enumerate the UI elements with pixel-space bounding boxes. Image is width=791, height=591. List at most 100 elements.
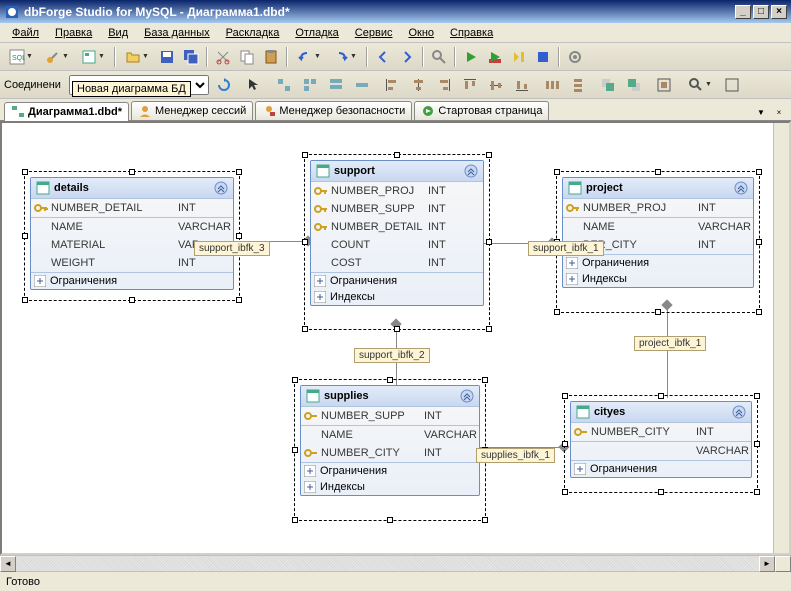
tabs-close-button[interactable]: × — [771, 104, 787, 120]
entity-support[interactable]: support NUMBER_PROJINT NUMBER_SUPPINT NU… — [310, 160, 484, 306]
zoom-tool-button[interactable] — [653, 74, 675, 96]
key-icon — [574, 425, 588, 439]
connection-bar: Соединени Новая диаграмма БД ▼ — [0, 71, 791, 99]
relation-label[interactable]: support_ibfk_1 — [528, 241, 604, 256]
relation-label[interactable]: supplies_ibfk_1 — [476, 448, 555, 463]
table-icon — [316, 164, 330, 178]
tab-sessions[interactable]: Менеджер сессий — [131, 101, 253, 120]
expand-icon[interactable] — [574, 463, 586, 475]
distribute-v-button[interactable] — [567, 74, 589, 96]
settings-button[interactable] — [564, 46, 586, 68]
horizontal-scrollbar[interactable]: ◄ ► — [0, 555, 791, 571]
menu-database[interactable]: База данных — [136, 25, 218, 41]
key-icon — [34, 201, 48, 215]
layout-tool-2[interactable] — [299, 74, 321, 96]
scroll-right-button[interactable]: ► — [759, 556, 775, 572]
collapse-icon[interactable] — [460, 389, 474, 403]
entity-header[interactable]: details — [31, 178, 233, 199]
expand-icon[interactable] — [314, 275, 326, 287]
tab-security[interactable]: Менеджер безопасности — [255, 101, 412, 120]
collapse-icon[interactable] — [214, 181, 228, 195]
save-all-button[interactable] — [180, 46, 202, 68]
tabs-dropdown-button[interactable]: ▼ — [753, 104, 769, 120]
entity-cityes[interactable]: cityes NUMBER_CITYINT VARCHAR Ограничени… — [570, 401, 752, 478]
menu-file[interactable]: Файл — [4, 25, 47, 41]
new-connection-button[interactable]: ▼ — [40, 46, 74, 68]
menu-debug[interactable]: Отладка — [287, 25, 346, 41]
undo-button[interactable]: ▼ — [292, 46, 326, 68]
align-top-button[interactable] — [459, 74, 481, 96]
expand-icon[interactable] — [566, 257, 578, 269]
tab-diagram[interactable]: Диаграмма1.dbd* — [4, 102, 129, 121]
expand-icon[interactable] — [34, 275, 46, 287]
align-middle-button[interactable] — [485, 74, 507, 96]
tab-start[interactable]: Стартовая страница — [414, 101, 549, 120]
paste-button[interactable] — [260, 46, 282, 68]
minimize-button[interactable]: _ — [735, 5, 751, 19]
arrow-tool-button[interactable] — [243, 74, 265, 96]
menu-layout[interactable]: Раскладка — [218, 25, 288, 41]
menu-window[interactable]: Окно — [400, 25, 442, 41]
expand-icon[interactable] — [314, 291, 326, 303]
find-button[interactable] — [428, 46, 450, 68]
vertical-scrollbar[interactable] — [773, 123, 789, 553]
new-sql-button[interactable]: SQL▼ — [4, 46, 38, 68]
align-bottom-button[interactable] — [511, 74, 533, 96]
new-diagram-button[interactable]: ▼ — [76, 46, 110, 68]
layout-tool-3[interactable] — [325, 74, 347, 96]
connection-label: Соединени — [4, 79, 61, 91]
layout-tool-1[interactable] — [273, 74, 295, 96]
zoom-dropdown[interactable]: ▼ — [683, 74, 717, 96]
stop-button[interactable] — [532, 46, 554, 68]
open-button[interactable]: ▼ — [120, 46, 154, 68]
entity-details[interactable]: details NUMBER_DETAILINT NAMEVARCHAR MAT… — [30, 177, 234, 290]
navigate-back-button[interactable] — [372, 46, 394, 68]
table-icon — [576, 405, 590, 419]
expand-icon[interactable] — [304, 465, 316, 477]
menu-edit[interactable]: Правка — [47, 25, 100, 41]
start-icon — [421, 104, 435, 118]
debug-button[interactable] — [484, 46, 506, 68]
menu-view[interactable]: Вид — [100, 25, 136, 41]
redo-button[interactable]: ▼ — [328, 46, 362, 68]
titlebar: dbForge Studio for MySQL - Диаграмма1.db… — [0, 0, 791, 23]
menubar: Файл Правка Вид База данных Раскладка От… — [0, 23, 791, 43]
send-back-button[interactable] — [623, 74, 645, 96]
step-button[interactable] — [508, 46, 530, 68]
align-center-button[interactable] — [407, 74, 429, 96]
refresh-connection-button[interactable] — [213, 74, 235, 96]
align-right-button[interactable] — [433, 74, 455, 96]
save-button[interactable] — [156, 46, 178, 68]
sessions-icon — [138, 104, 152, 118]
relation-label[interactable]: support_ibfk_3 — [194, 241, 270, 256]
table-icon — [306, 389, 320, 403]
key-icon — [314, 184, 328, 198]
entity-project[interactable]: project NUMBER_PROJINT NAMEVARCHAR BER_C… — [562, 177, 754, 288]
collapse-icon[interactable] — [732, 405, 746, 419]
entity-supplies[interactable]: supplies NUMBER_SUPPINT NAMEVARCHAR NUMB… — [300, 385, 480, 496]
expand-icon[interactable] — [566, 273, 578, 285]
collapse-icon[interactable] — [734, 181, 748, 195]
bring-front-button[interactable] — [597, 74, 619, 96]
relation-label[interactable]: support_ibfk_2 — [354, 348, 430, 363]
collapse-icon[interactable] — [464, 164, 478, 178]
status-text: Готово — [6, 576, 40, 588]
cut-button[interactable] — [212, 46, 234, 68]
toolbar-main: SQL▼ ▼ ▼ ▼ ▼ ▼ — [0, 43, 791, 71]
menu-service[interactable]: Сервис — [347, 25, 401, 41]
align-left-button[interactable] — [381, 74, 403, 96]
menu-help[interactable]: Справка — [442, 25, 501, 41]
scroll-left-button[interactable]: ◄ — [0, 556, 16, 572]
run-button[interactable] — [460, 46, 482, 68]
maximize-button[interactable]: □ — [753, 5, 769, 19]
close-button[interactable]: × — [771, 5, 787, 19]
key-icon — [304, 409, 318, 423]
expand-icon[interactable] — [304, 481, 316, 493]
diagram-canvas[interactable]: details NUMBER_DETAILINT NAMEVARCHAR MAT… — [0, 121, 791, 555]
relation-label[interactable]: project_ibfk_1 — [634, 336, 706, 351]
distribute-h-button[interactable] — [541, 74, 563, 96]
navigate-forward-button[interactable] — [396, 46, 418, 68]
layout-tool-4[interactable] — [351, 74, 373, 96]
fit-button[interactable] — [721, 74, 743, 96]
copy-button[interactable] — [236, 46, 258, 68]
